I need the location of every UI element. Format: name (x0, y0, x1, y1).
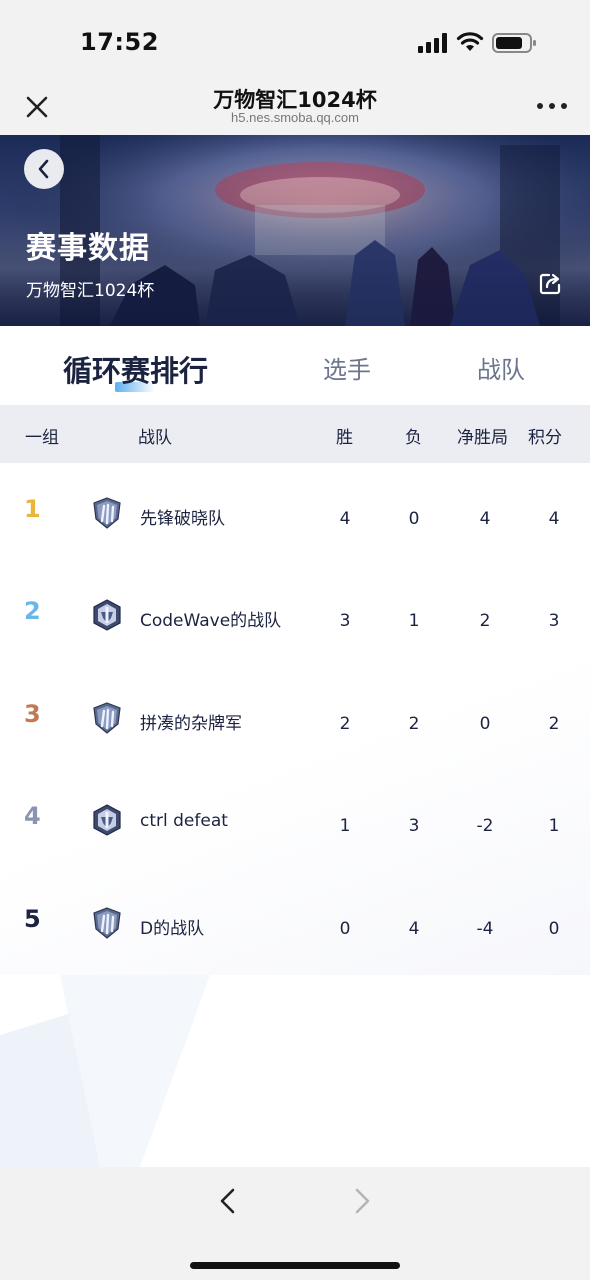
table-header: 一组 战队 胜 负 净胜局 积分 (0, 405, 590, 463)
losses-value: 1 (408, 611, 420, 631)
background-decoration (0, 975, 210, 1167)
points-value: 2 (548, 714, 560, 734)
rank-number: 3 (24, 700, 41, 728)
header-net-wins: 净胜局 (457, 428, 508, 448)
team-logo-shield-icon (93, 497, 121, 529)
points-value: 3 (548, 611, 560, 631)
table-row[interactable]: 1 先锋破晓队 4 0 4 4 (0, 463, 590, 565)
home-indicator[interactable] (190, 1262, 400, 1269)
share-icon[interactable] (538, 272, 562, 296)
header-group: 一组 (25, 428, 59, 448)
team-name: 先锋破晓队 (140, 509, 225, 529)
points-value: 1 (548, 816, 560, 836)
page-url: h5.nes.smoba.qq.com (231, 110, 359, 125)
ranking-table: 1 先锋破晓队 4 0 4 4 2 CodeWave的战队 3 1 2 3 3 … (0, 463, 590, 975)
wifi-icon (456, 32, 484, 51)
wins-value: 2 (339, 714, 351, 734)
header-points: 积分 (528, 428, 562, 448)
table-row[interactable]: 3 拼凑的杂牌军 2 2 0 2 (0, 668, 590, 770)
header-losses: 负 (405, 428, 422, 448)
header-team: 战队 (138, 428, 172, 448)
event-banner: 赛事数据 万物智汇1024杯 (0, 135, 590, 326)
losses-value: 0 (408, 509, 420, 529)
browser-forward-icon[interactable] (348, 1185, 376, 1217)
team-name: CodeWave的战队 (140, 611, 282, 631)
page-background (0, 975, 590, 1167)
net-wins-value: 2 (479, 611, 491, 631)
rank-number: 4 (24, 802, 41, 830)
status-time: 17:52 (80, 28, 159, 56)
wins-value: 4 (339, 509, 351, 529)
losses-value: 2 (408, 714, 420, 734)
table-row[interactable]: 5 D的战队 0 4 -4 0 (0, 873, 590, 975)
net-wins-value: 4 (479, 509, 491, 529)
table-row[interactable]: 4 ctrl defeat 1 3 -2 1 (0, 770, 590, 872)
net-wins-value: -2 (476, 816, 494, 836)
back-button[interactable] (24, 149, 64, 189)
more-options-icon[interactable] (536, 100, 568, 112)
team-logo-shield-icon (93, 702, 121, 734)
team-logo-helmet-icon (93, 599, 121, 631)
points-value: 0 (548, 919, 560, 939)
rank-number: 1 (24, 495, 41, 523)
browser-back-icon[interactable] (214, 1185, 242, 1217)
table-row[interactable]: 2 CodeWave的战队 3 1 2 3 (0, 565, 590, 667)
team-name: D的战队 (140, 919, 205, 939)
browser-bottom-bar (0, 1167, 590, 1280)
chevron-left-icon (38, 159, 49, 179)
wins-value: 3 (339, 611, 351, 631)
team-name: 拼凑的杂牌军 (140, 714, 242, 734)
net-wins-value: -4 (476, 919, 494, 939)
banner-subtitle: 万物智汇1024杯 (26, 281, 155, 301)
tab-players[interactable]: 选手 (323, 350, 371, 385)
rank-number: 2 (24, 597, 41, 625)
net-wins-value: 0 (479, 714, 491, 734)
losses-value: 4 (408, 919, 420, 939)
points-value: 4 (548, 509, 560, 529)
wins-value: 1 (339, 816, 351, 836)
team-name: ctrl defeat (140, 811, 228, 831)
browser-toolbar: 万物智汇1024杯 h5.nes.smoba.qq.com (0, 72, 590, 135)
cellular-signal-icon (418, 33, 447, 53)
team-logo-shield-icon (93, 907, 121, 939)
header-wins: 胜 (336, 428, 353, 448)
losses-value: 3 (408, 816, 420, 836)
tab-round-robin-ranking[interactable]: 循环赛排行 (63, 348, 208, 390)
rank-number: 5 (24, 905, 41, 933)
tab-teams[interactable]: 战队 (477, 350, 525, 385)
status-bar: 17:52 (0, 0, 590, 72)
battery-icon (492, 33, 536, 53)
tab-bar: 循环赛排行 选手 战队 (0, 326, 590, 406)
team-logo-helmet-icon (93, 804, 121, 836)
wins-value: 0 (339, 919, 351, 939)
banner-title: 赛事数据 (26, 231, 150, 266)
